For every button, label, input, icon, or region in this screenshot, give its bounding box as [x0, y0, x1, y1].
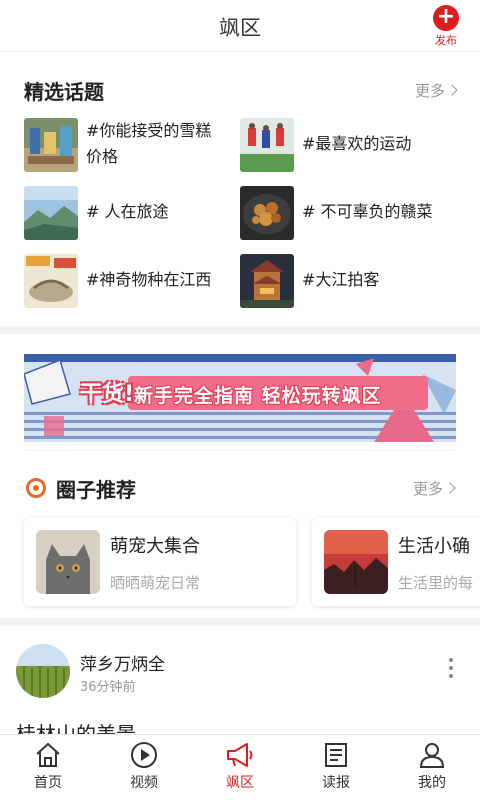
- circle-name: 生活小确: [398, 536, 470, 557]
- top-bar: 飒区 + 发布: [0, 0, 480, 52]
- chevron-right-icon: [444, 482, 456, 494]
- topic-thumbnail: [24, 254, 78, 308]
- post-timestamp: 36分钟前: [80, 680, 136, 695]
- circle-name: 萌宠大集合: [110, 536, 200, 557]
- topic-thumbnail: [24, 118, 78, 172]
- topic-item-travel[interactable]: # 人在旅途: [24, 186, 224, 240]
- topics-more-link[interactable]: 更多: [414, 80, 458, 101]
- section-divider: [0, 326, 480, 334]
- circle-description: 晒晒萌宠日常: [110, 574, 201, 592]
- tab-me[interactable]: 我的: [392, 741, 472, 799]
- topic-item-jiangxi-food[interactable]: # 不可辜负的赣菜: [240, 186, 460, 240]
- topic-thumbnail: [240, 186, 294, 240]
- guide-banner[interactable]: 干货! 新手完全指南 轻松玩转飒区: [24, 354, 456, 442]
- circle-icon: [26, 478, 46, 498]
- topic-title: # 不可辜负的赣菜: [302, 202, 433, 221]
- more-label: 更多: [414, 82, 445, 100]
- newspaper-icon: [325, 743, 347, 767]
- circles-section-header: 圈子推荐 更多: [26, 474, 456, 504]
- circles-section-title: 圈子推荐: [56, 478, 136, 502]
- topic-title: #神奇物种在江西: [86, 270, 212, 289]
- tab-video[interactable]: 视频: [104, 741, 184, 799]
- topic-title: #最喜欢的运动: [302, 134, 412, 153]
- topic-thumbnail: [240, 118, 294, 172]
- megaphone-icon: [227, 743, 253, 767]
- topic-item-ice-cream[interactable]: #你能接受的雪糕 价格: [24, 118, 224, 172]
- section-divider: [0, 618, 480, 626]
- topics-section-title: 精选话题: [24, 80, 104, 104]
- banner-logo-text: 干货!: [80, 382, 135, 407]
- tab-newspaper[interactable]: 读报: [296, 741, 376, 799]
- topic-title: # 人在旅途: [86, 202, 169, 221]
- divider: [24, 450, 456, 451]
- tab-label: 首页: [34, 775, 62, 791]
- topic-item-sports[interactable]: #最喜欢的运动: [240, 118, 460, 172]
- topic-thumbnail: [240, 254, 294, 308]
- person-icon: [419, 743, 445, 768]
- publish-button[interactable]: + 发布: [426, 5, 466, 48]
- tab-label: 读报: [322, 775, 350, 791]
- bottom-tab-bar: 首页 视频 飒区 读报 我的: [0, 734, 480, 800]
- circle-description: 生活里的每: [398, 574, 474, 592]
- tab-label: 我的: [418, 775, 446, 791]
- topic-thumbnail: [24, 186, 78, 240]
- circles-more-link[interactable]: 更多: [412, 478, 456, 499]
- topics-section-header: 精选话题 更多: [24, 76, 458, 106]
- circle-card-pets[interactable]: 萌宠大集合 晒晒萌宠日常: [24, 518, 296, 606]
- topic-item-river-photo[interactable]: #大江拍客: [240, 254, 460, 308]
- more-options-icon[interactable]: [448, 658, 454, 682]
- topic-title: #你能接受的雪糕 价格: [86, 121, 212, 166]
- tab-label: 飒区: [226, 775, 254, 791]
- tab-community[interactable]: 飒区: [200, 741, 280, 799]
- play-icon: [131, 742, 157, 768]
- post-username[interactable]: 萍乡万炳全: [80, 650, 165, 675]
- topic-title: #大江拍客: [302, 270, 380, 289]
- banner-text: 新手完全指南 轻松玩转飒区: [134, 385, 382, 407]
- topic-item-species[interactable]: #神奇物种在江西: [24, 254, 224, 308]
- circle-thumbnail: [36, 530, 100, 594]
- page-title: 飒区: [219, 16, 261, 40]
- plus-icon: +: [433, 5, 459, 31]
- chevron-right-icon: [446, 84, 458, 96]
- app-page: 飒区 + 发布 精选话题 更多 #你能接受的雪糕 价格 #最喜欢的运动 # 人在旅…: [0, 0, 480, 800]
- publish-label: 发布: [435, 34, 457, 47]
- circle-thumbnail: [324, 530, 388, 594]
- tab-home[interactable]: 首页: [8, 741, 88, 799]
- tab-label: 视频: [130, 775, 158, 791]
- home-icon: [36, 742, 60, 767]
- more-label: 更多: [412, 480, 443, 498]
- circle-card-life[interactable]: 生活小确 生活里的每: [312, 518, 480, 606]
- avatar[interactable]: [16, 644, 70, 698]
